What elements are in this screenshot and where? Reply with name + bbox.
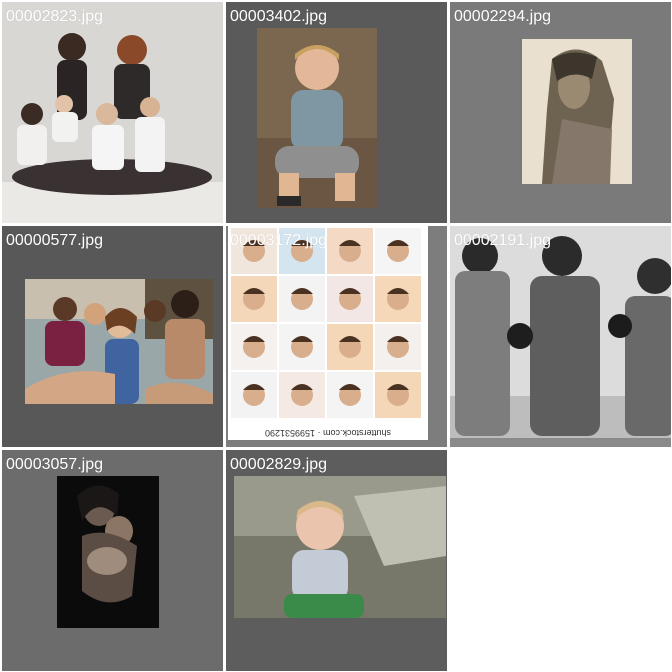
thumbnail-boy-portrait bbox=[257, 28, 377, 208]
gallery-tile-historic-children[interactable]: 00002191.jpg bbox=[450, 226, 671, 447]
gallery-tile-mother-baby[interactable]: 00003057.jpg bbox=[2, 450, 223, 671]
filename-label: 00003057.jpg bbox=[6, 456, 103, 473]
filename-label: 00002294.jpg bbox=[454, 8, 551, 25]
thumbnail-group-selfie bbox=[25, 279, 213, 404]
gallery-tile-family-portrait[interactable]: 00002823.jpg bbox=[2, 2, 223, 223]
filename-label: 00002191.jpg bbox=[454, 232, 551, 249]
thumbnail-sepia-portrait bbox=[522, 39, 632, 184]
gallery-tile-sepia-portrait[interactable]: 00002294.jpg bbox=[450, 2, 671, 223]
thumbnail-historic-children bbox=[450, 226, 671, 438]
filename-label: 00000577.jpg bbox=[6, 232, 103, 249]
thumbnail-mother-baby bbox=[57, 476, 159, 628]
thumbnail-baby-outdoors bbox=[234, 476, 446, 618]
filename-label: 00003402.jpg bbox=[230, 8, 327, 25]
gallery-tile-boy-portrait[interactable]: 00003402.jpg bbox=[226, 2, 447, 223]
thumbnail-family-portrait bbox=[2, 2, 223, 223]
filename-label: 00002829.jpg bbox=[230, 456, 327, 473]
stock-watermark-caption: shutterstock.com · 1599531290 bbox=[264, 428, 392, 438]
gallery-tile-baby-outdoors[interactable]: 00002829.jpg bbox=[226, 450, 447, 671]
filename-label: 00003172.jpg bbox=[230, 232, 327, 249]
gallery-tile-group-selfie[interactable]: 00000577.jpg bbox=[2, 226, 223, 447]
filename-label: 00002823.jpg bbox=[6, 8, 103, 25]
image-gallery-grid: 00002823.jpg 00003402.jpg 00002294.jpg 0… bbox=[0, 0, 672, 672]
gallery-tile-children-headshots[interactable]: shutterstock.com · 1599531290 00003172.j… bbox=[226, 226, 447, 447]
thumbnail-children-headshots: shutterstock.com · 1599531290 bbox=[228, 226, 428, 440]
